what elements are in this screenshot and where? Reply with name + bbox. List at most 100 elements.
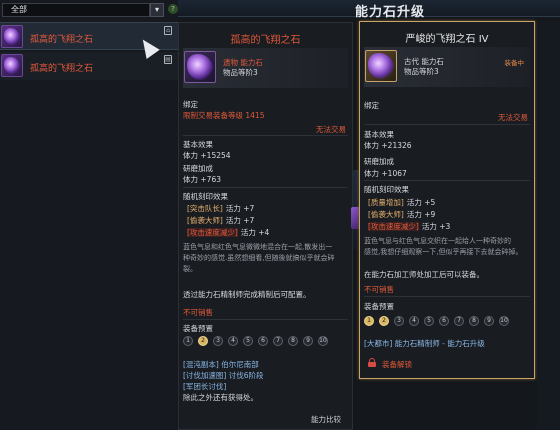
preset-4[interactable]: 4 (228, 336, 238, 346)
preset-8[interactable]: 8 (288, 336, 298, 346)
ability-stone-icon (184, 51, 216, 83)
equip-preset-row: 1 2 3 4 5 6 7 8 9 10 (364, 316, 509, 326)
engrave-label: 随机刻印效果 (183, 192, 228, 201)
ability-stone-icon (365, 50, 397, 82)
craft-note: 透过能力石精制师完成精制后可配置。 (183, 290, 311, 299)
base-effect-value: 体力 +21326 (364, 141, 412, 150)
engrave-row: [偷袭大师] 活力 +9 (368, 209, 435, 220)
divider (364, 296, 530, 297)
preset-7[interactable]: 7 (454, 316, 464, 326)
preset-1[interactable]: 1 (183, 336, 193, 346)
ability-stone-icon (1, 25, 23, 48)
chevron-down-icon[interactable]: ▾ (150, 3, 164, 17)
preset-3[interactable]: 3 (394, 316, 404, 326)
engrave-name: [攻击速度减少] (368, 222, 419, 231)
preset-2[interactable]: 2 (198, 336, 208, 346)
craft-note: 在能力石加工师处加工后可以装备。 (364, 270, 484, 279)
page-title: 能力石升级 (355, 5, 426, 20)
polish-label: 研磨加成 (364, 157, 394, 166)
source-line: [军团长讨伐] (183, 382, 227, 391)
item-tier: 物品等阶3 (404, 67, 439, 76)
engrave-row: [攻击速度减少] 活力 +3 (368, 221, 450, 232)
compare-button[interactable]: 能力比较 (311, 414, 341, 425)
divider (183, 135, 348, 136)
item-name: 孤高的飞翔之石 (30, 35, 94, 45)
engrave-value: 活力 +9 (406, 210, 436, 219)
preset-9[interactable]: 9 (484, 316, 494, 326)
engrave-name: [偷袭大师] (187, 216, 223, 225)
preset-8[interactable]: 8 (469, 316, 479, 326)
engrave-value: 活力 +7 (225, 216, 255, 225)
divider (183, 187, 348, 188)
polish-value: 体力 +763 (183, 175, 221, 184)
engrave-row: [攻击速度减少] 活力 +4 (187, 227, 269, 238)
engrave-value: 活力 +3 (421, 222, 451, 231)
engrave-name: [质量增加] (368, 198, 404, 207)
preset-1[interactable]: 1 (364, 316, 374, 326)
engrave-row: [质量增加] 活力 +5 (368, 197, 435, 208)
help-icon[interactable]: ? (168, 4, 178, 14)
description-line: 感觉,我想仔细观察一下,但似乎再接下去就会碎掉。 (364, 248, 523, 256)
preset-2[interactable]: 2 (379, 316, 389, 326)
engrave-value: 活力 +4 (240, 228, 270, 237)
divider (364, 124, 530, 125)
description-line: 种奇妙的感觉.虽然想细看,但随後就搞似乎就会碎 (183, 254, 335, 262)
engrave-row: [突击队长] 活力 +7 (187, 203, 254, 214)
not-sellable: 不可销售 (183, 308, 213, 317)
bind-label: 绑定 (183, 100, 198, 109)
lock-status: 装备解锁 (382, 360, 412, 369)
preset-10[interactable]: 10 (318, 336, 328, 346)
engrave-value: 活力 +7 (225, 204, 255, 213)
preset-7[interactable]: 7 (273, 336, 283, 346)
ability-stone-icon (1, 54, 23, 77)
description-line: 蓝色气息与红色气息交织在一起给人一种奇妙的 (364, 237, 511, 245)
source-line: [混沌副本] 伯尔尼南部 (183, 360, 259, 369)
storage-icon: ▤ (164, 55, 172, 64)
bind-requirement: 限制交易装备等级 1415 (183, 111, 265, 120)
equip-preset-row: 1 2 3 4 5 6 7 8 9 10 (183, 336, 328, 346)
source-line: [讨伐加速图] 讨伐6阶段 (183, 371, 264, 380)
base-effect-value: 体力 +15254 (183, 151, 231, 160)
category-filter-select[interactable]: 全部 (2, 3, 150, 17)
engrave-name: [偷袭大师] (368, 210, 404, 219)
preset-10[interactable]: 10 (499, 316, 509, 326)
preset-label: 装备预置 (183, 324, 213, 333)
trade-status: 无法交易 (316, 125, 346, 134)
item-title: 孤高的飞翔之石 (230, 35, 301, 46)
engrave-value: 活力 +5 (406, 198, 436, 207)
item-list-panel: 全部 ▾ ? 孤高的飞翔之石 ⌂ 孤高的飞翔之石 ▤ (0, 0, 178, 430)
divider (364, 180, 530, 181)
preset-4[interactable]: 4 (409, 316, 419, 326)
preset-label: 装备预置 (364, 302, 394, 311)
not-sellable: 不可销售 (364, 285, 394, 294)
list-item[interactable]: 孤高的飞翔之石 ▤ (0, 52, 178, 80)
item-header: 古代 能力石 物品等阶3 装备中 (364, 47, 530, 87)
preset-3[interactable]: 3 (213, 336, 223, 346)
item-header: 遗物 能力石 物品等阶3 (183, 48, 348, 88)
background-edge (537, 21, 560, 430)
polish-label: 研磨加成 (183, 164, 213, 173)
base-effect-label: 基本效果 (183, 140, 213, 149)
divider (183, 319, 348, 320)
engrave-name: [攻击速度减少] (187, 228, 238, 237)
engrave-row: [偷袭大师] 活力 +7 (187, 215, 254, 226)
engrave-label: 随机刻印效果 (364, 185, 409, 194)
trade-status: 无法交易 (498, 113, 528, 122)
description-line: 蓝色气息和红色气息微微地混合在一起,散发出一 (183, 243, 333, 251)
source-line: 除此之外还有获得处。 (183, 393, 258, 402)
item-name: 孤高的飞翔之石 (30, 64, 94, 74)
preset-6[interactable]: 6 (439, 316, 449, 326)
preset-5[interactable]: 5 (243, 336, 253, 346)
engrave-name: [突击队长] (187, 204, 223, 213)
preset-5[interactable]: 5 (424, 316, 434, 326)
filter-bar: 全部 ▾ ? (0, 2, 178, 18)
equip-status: 装备中 (504, 59, 525, 67)
upgraded-item-tooltip: 严峻的飞翔之石 IV 古代 能力石 物品等阶3 装备中 绑定 无法交易 基本效果… (359, 21, 535, 379)
preset-6[interactable]: 6 (258, 336, 268, 346)
bind-label: 绑定 (364, 101, 379, 110)
house-icon: ⌂ (164, 26, 172, 35)
preset-9[interactable]: 9 (303, 336, 313, 346)
item-title: 严峻的飞翔之石 IV (405, 34, 489, 45)
polish-value: 体力 +1067 (364, 169, 407, 178)
description-line: 裂。 (183, 265, 197, 273)
